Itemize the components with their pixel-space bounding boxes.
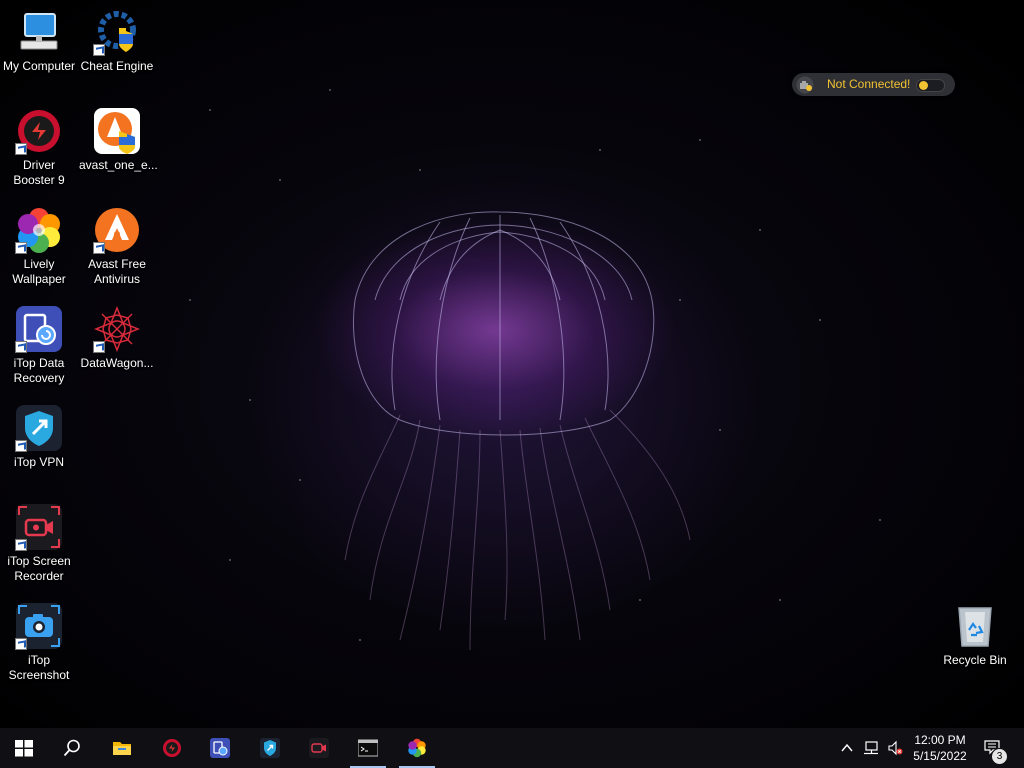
shortcut-arrow-icon — [15, 143, 27, 155]
desktop-icon-datawagon[interactable]: DataWagon... — [78, 305, 156, 371]
datawagon-icon — [93, 305, 141, 353]
volume-control[interactable] — [884, 728, 906, 768]
itop-screen-recorder-icon — [309, 738, 329, 758]
desktop-icon-label: Cheat Engine — [80, 59, 154, 73]
itop-data-recovery-icon — [15, 305, 63, 353]
hand-warning-icon — [796, 76, 814, 94]
desktop-icon-label: iTop VPN — [13, 455, 65, 469]
taskbar-lively-wallpaper[interactable] — [395, 728, 439, 768]
network-icon — [864, 741, 878, 755]
itop-data-recovery-icon — [210, 738, 230, 758]
desktop-icon-itop-vpn[interactable]: iTop VPN — [0, 404, 78, 470]
clock[interactable]: 12:00 PM 5/15/2022 — [904, 732, 976, 764]
desktop-icon-driver-booster[interactable]: Driver Booster 9 — [0, 107, 78, 188]
taskbar-command-prompt[interactable] — [346, 728, 390, 768]
chevron-up-icon — [841, 743, 853, 752]
itop-screen-recorder-icon — [15, 503, 63, 551]
vpn-status-text: Not Connected! — [827, 77, 911, 91]
clock-time: 12:00 PM — [914, 733, 966, 747]
taskbar-driver-booster[interactable] — [150, 728, 194, 768]
taskbar-itop-screen-recorder[interactable] — [297, 728, 341, 768]
itop-screenshot-icon — [15, 602, 63, 650]
search-button[interactable] — [50, 728, 94, 768]
notification-count-badge: 3 — [991, 748, 1008, 765]
desktop-icon-label: DataWagon... — [80, 356, 154, 370]
windows-start-icon — [15, 740, 33, 757]
shortcut-arrow-icon — [15, 440, 27, 452]
start-button[interactable] — [2, 728, 46, 768]
shortcut-arrow-icon — [93, 44, 105, 56]
avast-icon — [93, 206, 141, 254]
desktop-icon-label: iTop Data Recovery — [13, 356, 65, 385]
desktop-icon-itop-data-recovery[interactable]: iTop Data Recovery — [0, 305, 78, 386]
shortcut-arrow-icon — [15, 539, 27, 551]
driver-booster-icon — [163, 739, 181, 757]
clock-date: 5/15/2022 — [913, 749, 967, 763]
recycle-bin-icon — [951, 602, 999, 650]
desktop-icon-label: My Computer — [2, 59, 76, 73]
itop-vpn-icon — [260, 738, 280, 758]
desktop[interactable]: My Computer Cheat Engine Driver Booster … — [0, 0, 1024, 728]
desktop-icon-cheat-engine[interactable]: Cheat Engine — [78, 8, 156, 74]
driver-booster-icon — [15, 107, 63, 155]
search-icon — [63, 739, 80, 757]
shortcut-arrow-icon — [93, 242, 105, 254]
cheat-engine-icon — [93, 8, 141, 56]
avast-one-installer-icon — [93, 107, 141, 155]
show-hidden-icons-button[interactable] — [836, 728, 858, 768]
taskbar-file-explorer[interactable] — [100, 728, 144, 768]
action-center-button[interactable]: 3 — [978, 728, 1014, 768]
taskbar-itop-vpn[interactable] — [248, 728, 292, 768]
desktop-icon-itop-screenshot[interactable]: iTop Screenshot — [0, 602, 78, 683]
shortcut-arrow-icon — [15, 638, 27, 650]
desktop-icon-label: Avast Free Antivirus — [88, 257, 146, 286]
file-explorer-icon — [113, 742, 131, 755]
volume-muted-icon — [888, 740, 903, 756]
desktop-icon-avast-free-antivirus[interactable]: Avast Free Antivirus — [78, 206, 156, 287]
desktop-icon-label: Lively Wallpaper — [12, 257, 66, 286]
vpn-toggle[interactable] — [916, 79, 945, 92]
taskbar: 12:00 PM 5/15/2022 3 — [0, 728, 1024, 768]
itop-vpn-icon — [15, 404, 63, 452]
computer-icon — [15, 8, 63, 56]
command-prompt-icon — [358, 739, 378, 757]
lively-wallpaper-icon — [15, 206, 63, 254]
vpn-status-widget[interactable]: Not Connected! — [792, 73, 955, 96]
desktop-icon-recycle-bin[interactable]: Recycle Bin — [936, 602, 1014, 668]
desktop-icon-lively-wallpaper[interactable]: Lively Wallpaper — [0, 206, 78, 287]
desktop-icon-label: avast_one_e... — [79, 158, 158, 172]
desktop-icon-label: Driver Booster 9 — [13, 158, 65, 187]
taskbar-itop-data-recovery[interactable] — [198, 728, 242, 768]
desktop-icon-my-computer[interactable]: My Computer — [0, 8, 78, 74]
desktop-icon-avast-one-installer[interactable]: avast_one_e... — [78, 107, 158, 173]
desktop-icon-label: iTop Screenshot — [8, 653, 70, 682]
desktop-icon-label: iTop Screen Recorder — [7, 554, 71, 583]
desktop-icon-itop-screen-recorder[interactable]: iTop Screen Recorder — [0, 503, 78, 584]
lively-wallpaper-icon — [408, 738, 426, 758]
shortcut-arrow-icon — [93, 341, 105, 353]
shortcut-arrow-icon — [15, 341, 27, 353]
shortcut-arrow-icon — [15, 242, 27, 254]
desktop-icon-label: Recycle Bin — [943, 653, 1007, 667]
network-status[interactable] — [860, 728, 882, 768]
